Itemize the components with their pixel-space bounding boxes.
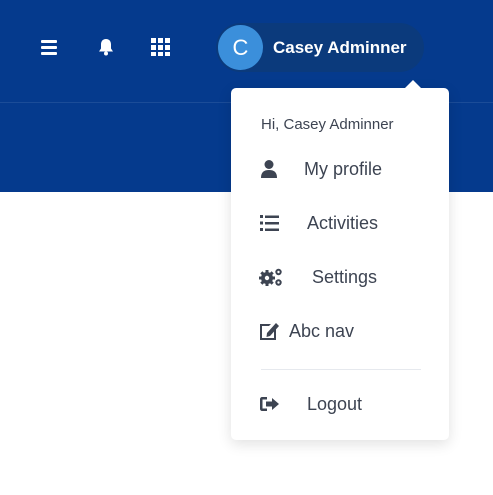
logout-icon	[259, 394, 281, 414]
menu-item-activities[interactable]: Activities	[259, 205, 434, 241]
greeting: Hi, Casey Adminner	[261, 116, 394, 133]
menu-item-label: Settings	[312, 267, 378, 287]
user-dropdown-menu: Hi, Casey Adminner My profile Activities	[231, 80, 449, 440]
menu-divider	[261, 369, 421, 370]
menu-item-label: Logout	[307, 394, 363, 414]
avatar: C	[218, 25, 263, 70]
menu-item-label: My profile	[304, 159, 383, 179]
user-menu-button[interactable]: C Casey Adminner	[216, 23, 424, 72]
user-name: Casey Adminner	[273, 38, 407, 57]
menu-icon[interactable]	[39, 36, 61, 58]
logout-button[interactable]: Logout	[259, 386, 434, 422]
bell-icon[interactable]	[95, 36, 117, 58]
user-icon	[259, 159, 281, 179]
menu-item-label: Activities	[307, 213, 379, 233]
menu-item-label: Abc nav	[289, 321, 355, 341]
dropdown-caret	[405, 80, 421, 88]
list-icon	[259, 213, 281, 233]
menu-item-my-profile[interactable]: My profile	[259, 151, 434, 187]
gears-icon	[259, 267, 282, 287]
menu-item-abc-nav[interactable]: Abc nav	[259, 313, 434, 349]
edit-icon	[259, 321, 281, 341]
grid-icon[interactable]	[150, 36, 172, 58]
menu-item-settings[interactable]: Settings	[259, 259, 434, 295]
